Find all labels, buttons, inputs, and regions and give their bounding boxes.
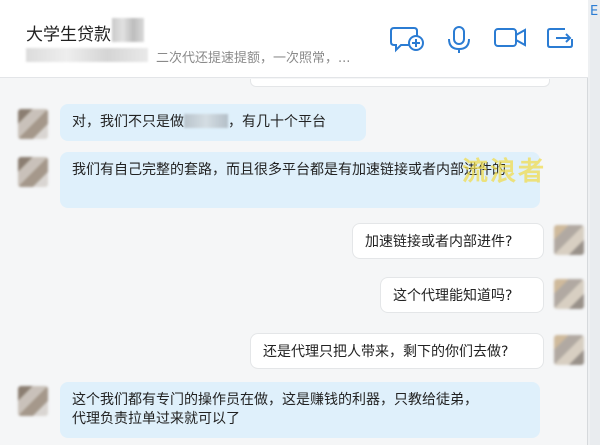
message-bubble[interactable]: 这个我们都有专门的操作员在做，这是赚钱的利器，只教给徒弟， 代理负责拉单过来就可… [60, 382, 540, 438]
message-bubble[interactable]: 加速链接或者内部进件? [352, 223, 544, 259]
background-window-letter: E [590, 4, 599, 19]
contact-signature: 二次代还提速提额，一次照常，... [156, 51, 351, 66]
blurred-text [184, 114, 228, 128]
message-text: 加速链接或者内部进件? [365, 234, 513, 250]
message-list[interactable]: 对，我们不只是做 ，有几十个平台 我们有自己完整的套路，而且很多平台都是有加速链接… [0, 79, 588, 445]
avatar[interactable] [18, 109, 48, 139]
previous-message-edge [250, 79, 550, 87]
avatar[interactable] [554, 225, 584, 255]
contact-name: 大学生贷款 [26, 25, 111, 45]
message-bubble[interactable]: 对，我们不只是做 ，有几十个平台 [60, 104, 366, 141]
message-bubble[interactable]: 还是代理只把人带来，剩下的你们去做? [250, 333, 544, 369]
avatar[interactable] [18, 386, 48, 416]
message-text: 这个代理能知道吗? [393, 288, 513, 304]
avatar[interactable] [18, 157, 48, 187]
avatar[interactable] [554, 279, 584, 309]
video-camera-icon[interactable] [493, 25, 527, 51]
avatar[interactable] [554, 335, 584, 365]
chat-header: 大学生贷款 二次代还提速提额，一次照常，... [0, 0, 588, 78]
message-text: 这个我们都有专门的操作员在做，这是赚钱的利器，只教给徒弟， [72, 392, 478, 408]
blurred-subtitle-part [26, 48, 148, 62]
watermark: 流浪者 [462, 157, 547, 187]
message-bubble[interactable]: 这个代理能知道吗? [380, 277, 544, 313]
add-chat-icon[interactable] [390, 25, 426, 53]
message-text: 代理负责拉单过来就可以了 [72, 411, 240, 427]
microphone-icon[interactable] [446, 25, 472, 55]
message-text: 我们有自己完整的套路，而且很多平台都是有加速链接或者内部进件的 [72, 162, 506, 178]
share-icon[interactable] [545, 25, 575, 51]
message-text: ，有几十个平台 [228, 114, 326, 130]
chat-window: 大学生贷款 二次代还提速提额，一次照常，... 对，我们不只是做 ，有几十个平台 [0, 0, 588, 445]
background-window-edge: E [590, 0, 600, 445]
blurred-name-part [112, 18, 144, 42]
message-text: 还是代理只把人带来，剩下的你们去做? [263, 344, 509, 360]
message-text: 对，我们不只是做 [72, 114, 184, 130]
